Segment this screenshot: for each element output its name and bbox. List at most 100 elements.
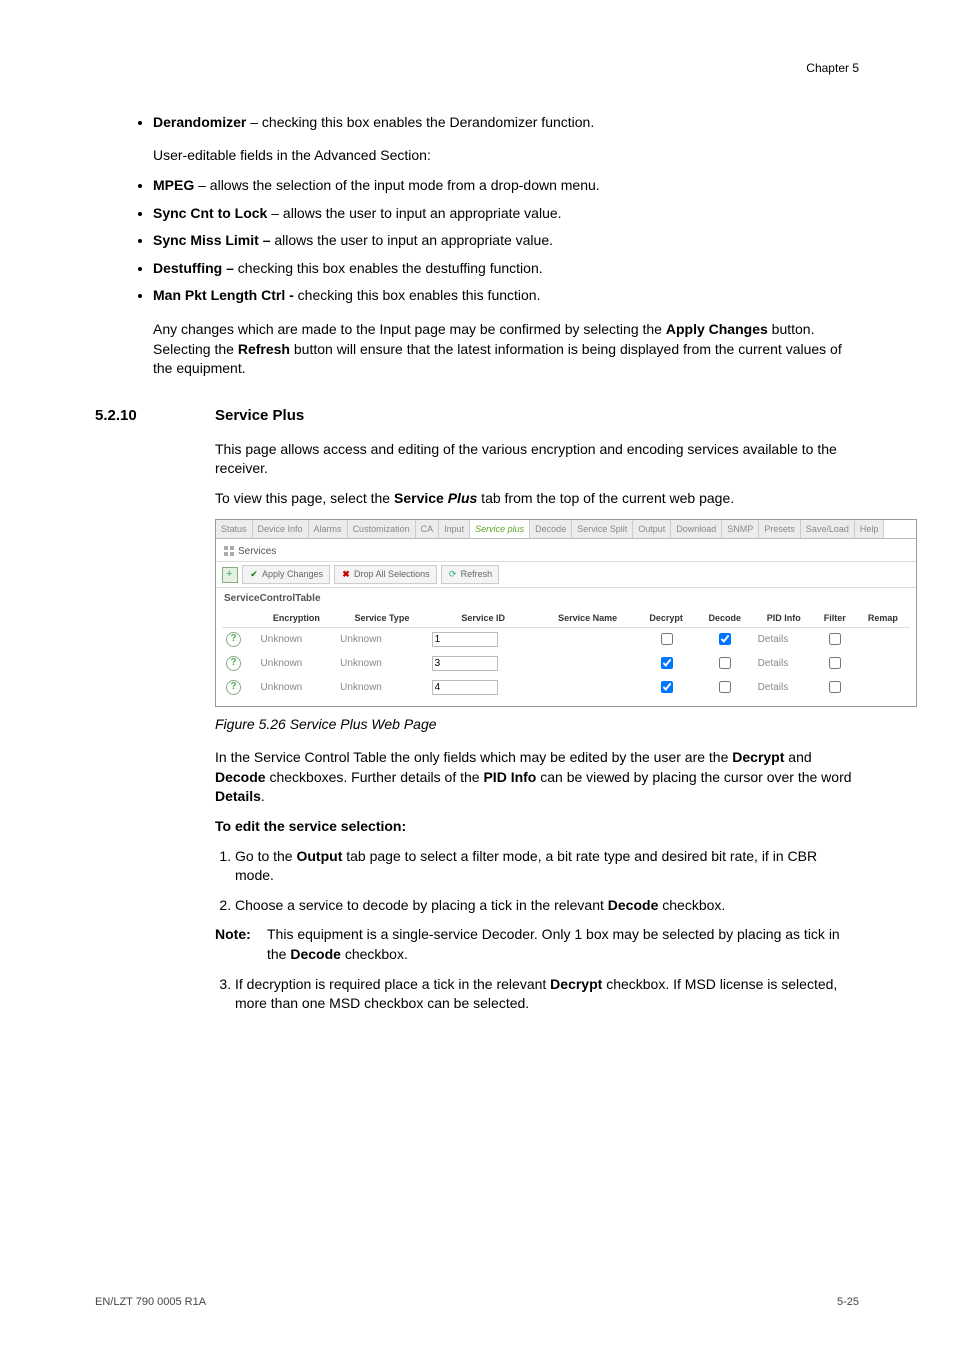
filter-checkbox[interactable] xyxy=(829,657,841,669)
apply-changes-paragraph: Any changes which are made to the Input … xyxy=(153,320,859,379)
add-icon[interactable] xyxy=(222,567,238,583)
tab-ca[interactable]: CA xyxy=(416,520,440,539)
user-editable-intro: User-editable fields in the Advanced Sec… xyxy=(153,146,859,166)
filter-checkbox[interactable] xyxy=(829,633,841,645)
service-name-cell xyxy=(539,676,637,700)
button-label: Refresh xyxy=(461,568,493,581)
drop-all-button[interactable]: ✖Drop All Selections xyxy=(334,565,437,584)
desc: checking this box enables the destuffing… xyxy=(234,260,543,276)
service-id-input[interactable] xyxy=(432,656,498,671)
text: Go to the xyxy=(235,848,296,864)
decode-checkbox[interactable] xyxy=(719,657,731,669)
section-number: 5.2.10 xyxy=(95,405,215,426)
plus-italic: Plus xyxy=(444,490,477,506)
tab-decode[interactable]: Decode xyxy=(530,520,572,539)
list-item: MPEG – allows the selection of the input… xyxy=(153,176,859,196)
col-header: Encryption xyxy=(257,610,337,627)
text: In the Service Control Table the only fi… xyxy=(215,749,732,765)
intro-bullet-list: Derandomizer – checking this box enables… xyxy=(95,113,859,133)
panel-title-text: Services xyxy=(238,546,276,557)
output-bold: Output xyxy=(296,848,342,864)
figure-caption: Figure 5.26 Service Plus Web Page xyxy=(215,715,859,735)
text: Choose a service to decode by placing a … xyxy=(235,897,608,913)
text: can be viewed by placing the cursor over… xyxy=(536,769,851,785)
decode-bold: Decode xyxy=(215,769,266,785)
tab-snmp[interactable]: SNMP xyxy=(722,520,759,539)
table-header-row: EncryptionService TypeService IDService … xyxy=(222,610,910,627)
section-heading: 5.2.10 Service Plus xyxy=(95,405,859,426)
list-item: Destuffing – checking this box enables t… xyxy=(153,259,859,279)
term: Sync Cnt to Lock xyxy=(153,205,267,221)
service-type-cell: Unknown xyxy=(336,652,427,676)
footer-left: EN/LZT 790 0005 R1A xyxy=(95,1295,206,1310)
tab-status[interactable]: Status xyxy=(216,520,253,539)
decrypt-checkbox[interactable] xyxy=(661,657,673,669)
col-header: Service Type xyxy=(336,610,427,627)
pid-info-cell: Details xyxy=(754,676,814,700)
refresh-icon: ⟳ xyxy=(448,568,458,581)
tab-device-info[interactable]: Device Info xyxy=(253,520,309,539)
table-title: ServiceControlTable xyxy=(216,588,916,608)
service-bold: Service xyxy=(394,490,444,506)
service-id-input[interactable] xyxy=(432,632,498,647)
sct-paragraph: In the Service Control Table the only fi… xyxy=(215,748,859,807)
remap-cell xyxy=(856,652,910,676)
note-label: Note: xyxy=(215,925,267,964)
service-plus-intro: This page allows access and editing of t… xyxy=(215,440,859,479)
tab-alarms[interactable]: Alarms xyxy=(309,520,348,539)
help-icon[interactable]: ? xyxy=(226,680,241,695)
service-control-table: EncryptionService TypeService IDService … xyxy=(222,610,910,700)
toolbar: ✔Apply Changes ✖Drop All Selections ⟳Ref… xyxy=(216,561,916,588)
cross-icon: ✖ xyxy=(341,568,351,581)
list-item: Sync Cnt to Lock – allows the user to in… xyxy=(153,204,859,224)
tab-presets[interactable]: Presets xyxy=(759,520,801,539)
service-plus-screenshot: StatusDevice InfoAlarmsCustomizationCAIn… xyxy=(215,519,917,707)
service-name-cell xyxy=(539,627,637,652)
help-icon[interactable]: ? xyxy=(226,656,241,671)
footer-right: 5-25 xyxy=(837,1295,859,1310)
text: To view this page, select the xyxy=(215,490,394,506)
term: Man Pkt Length Ctrl - xyxy=(153,287,294,303)
tab-input[interactable]: Input xyxy=(439,520,470,539)
table-row: ?UnknownUnknownDetails xyxy=(222,627,910,652)
col-header: Service Name xyxy=(539,610,637,627)
tab-service-split[interactable]: Service Split xyxy=(572,520,633,539)
decode-checkbox[interactable] xyxy=(719,681,731,693)
help-icon[interactable]: ? xyxy=(226,632,241,647)
note-body: This equipment is a single-service Decod… xyxy=(267,925,859,964)
advanced-bullet-list: MPEG – allows the selection of the input… xyxy=(95,176,859,306)
page-footer: EN/LZT 790 0005 R1A 5-25 xyxy=(95,1295,859,1310)
steps-list-cont: If decryption is required place a tick i… xyxy=(95,975,859,1014)
details-bold: Details xyxy=(215,788,261,804)
decrypt-checkbox[interactable] xyxy=(661,681,673,693)
decode-bold: Decode xyxy=(290,946,341,962)
tab-bar: StatusDevice InfoAlarmsCustomizationCAIn… xyxy=(216,520,916,540)
button-label: Apply Changes xyxy=(262,568,323,581)
apply-changes-bold: Apply Changes xyxy=(666,321,768,337)
service-id-input[interactable] xyxy=(432,680,498,695)
grid-icon xyxy=(224,546,234,556)
apply-changes-button[interactable]: ✔Apply Changes xyxy=(242,565,330,584)
tab-service-plus[interactable]: Service plus xyxy=(470,520,530,539)
steps-list: Go to the Output tab page to select a fi… xyxy=(95,847,859,916)
check-icon: ✔ xyxy=(249,568,259,581)
refresh-button[interactable]: ⟳Refresh xyxy=(441,565,500,584)
tab-save-load[interactable]: Save/Load xyxy=(801,520,855,539)
tab-output[interactable]: Output xyxy=(633,520,671,539)
text: Any changes which are made to the Input … xyxy=(153,321,666,337)
desc: – checking this box enables the Derandom… xyxy=(246,114,594,130)
edit-heading: To edit the service selection: xyxy=(215,818,406,834)
pid-info-cell: Details xyxy=(754,627,814,652)
desc: allows the user to input an appropriate … xyxy=(270,232,553,248)
decode-checkbox[interactable] xyxy=(719,633,731,645)
tab-download[interactable]: Download xyxy=(671,520,722,539)
decrypt-checkbox[interactable] xyxy=(661,633,673,645)
tab-customization[interactable]: Customization xyxy=(348,520,416,539)
tab-help[interactable]: Help xyxy=(855,520,885,539)
filter-checkbox[interactable] xyxy=(829,681,841,693)
text: . xyxy=(261,788,265,804)
table-row: ?UnknownUnknownDetails xyxy=(222,652,910,676)
service-plus-view: To view this page, select the Service Pl… xyxy=(215,489,859,509)
button-label: Drop All Selections xyxy=(354,568,430,581)
services-panel-title: Services xyxy=(216,539,916,561)
